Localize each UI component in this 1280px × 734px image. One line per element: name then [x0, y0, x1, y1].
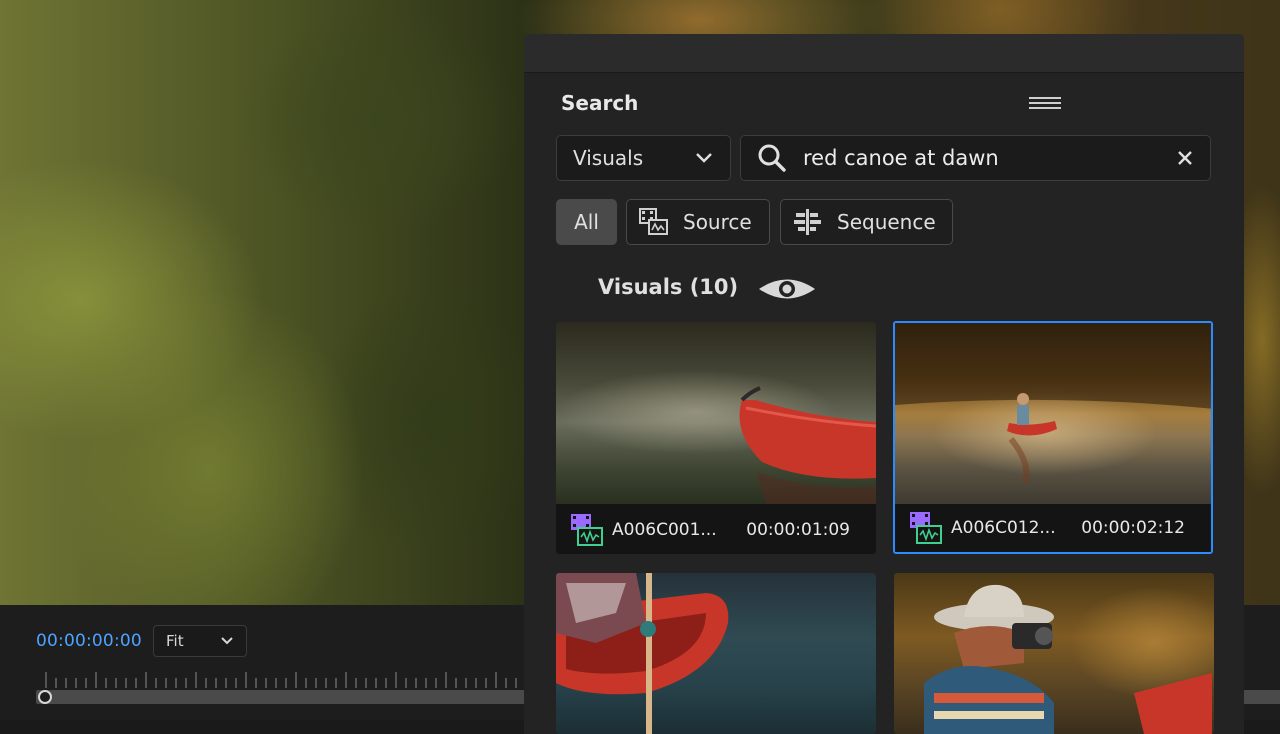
video-audio-clip-icon [910, 512, 942, 544]
hamburger-icon[interactable] [1029, 95, 1061, 111]
search-scope-label: Visuals [573, 146, 644, 170]
sequence-icon [794, 209, 821, 235]
panel-tab-strip [524, 34, 1244, 73]
panel-title: Search [561, 91, 639, 115]
result-card-selected[interactable]: A006C012... 00:00:02:12 [893, 321, 1213, 554]
clip-name: A006C012... [951, 518, 1056, 538]
filter-source-button[interactable]: Source [626, 199, 770, 245]
zoom-level-select[interactable]: Fit [153, 625, 247, 657]
filter-all-label: All [574, 210, 599, 234]
result-thumbnail [895, 323, 1211, 505]
playhead-handle[interactable] [38, 690, 52, 704]
playhead-timecode[interactable]: 00:00:00:00 [36, 631, 142, 651]
result-card-footer: A006C001... 00:00:01:09 [556, 506, 876, 554]
canoe-thumbnail-art [556, 573, 729, 734]
source-clip-icon [639, 208, 668, 235]
result-card[interactable] [894, 573, 1214, 734]
eye-icon[interactable] [757, 276, 817, 302]
filter-sequence-label: Sequence [837, 210, 936, 234]
search-scope-select[interactable]: Visuals [556, 135, 731, 181]
clip-duration: 00:00:02:12 [1081, 518, 1185, 538]
search-query-text[interactable]: red canoe at dawn [803, 146, 1174, 170]
timeline-scrub-track-right [1244, 690, 1280, 704]
time-ruler-ticks [45, 672, 517, 688]
clip-duration: 00:00:01:09 [746, 520, 850, 540]
result-thumbnail [556, 322, 876, 504]
close-icon[interactable] [1174, 147, 1196, 169]
search-icon [758, 144, 786, 172]
chevron-down-icon [696, 153, 712, 163]
search-input[interactable]: red canoe at dawn [740, 135, 1211, 181]
canoe-thumbnail-art [895, 323, 1211, 484]
result-card-footer: A006C012... 00:00:02:12 [895, 504, 1211, 552]
search-panel: Search Visuals red canoe at dawn All Sou… [524, 34, 1244, 734]
canoe-thumbnail-art [739, 386, 876, 504]
filter-all-button[interactable]: All [556, 199, 617, 245]
result-card[interactable]: A006C001... 00:00:01:09 [556, 322, 876, 554]
chevron-down-icon [221, 637, 233, 645]
zoom-level-label: Fit [166, 632, 184, 650]
results-section-title: Visuals (10) [598, 275, 739, 299]
timeline-scrub-track[interactable] [36, 690, 526, 704]
filter-sequence-button[interactable]: Sequence [780, 199, 953, 245]
result-card[interactable] [556, 573, 876, 734]
filter-source-label: Source [683, 210, 752, 234]
time-ruler[interactable] [36, 670, 526, 704]
result-thumbnail [894, 573, 1214, 734]
photographer-thumbnail-art [924, 584, 1212, 734]
clip-name: A006C001... [612, 520, 717, 540]
result-thumbnail [556, 573, 876, 734]
video-audio-clip-icon [571, 514, 603, 546]
